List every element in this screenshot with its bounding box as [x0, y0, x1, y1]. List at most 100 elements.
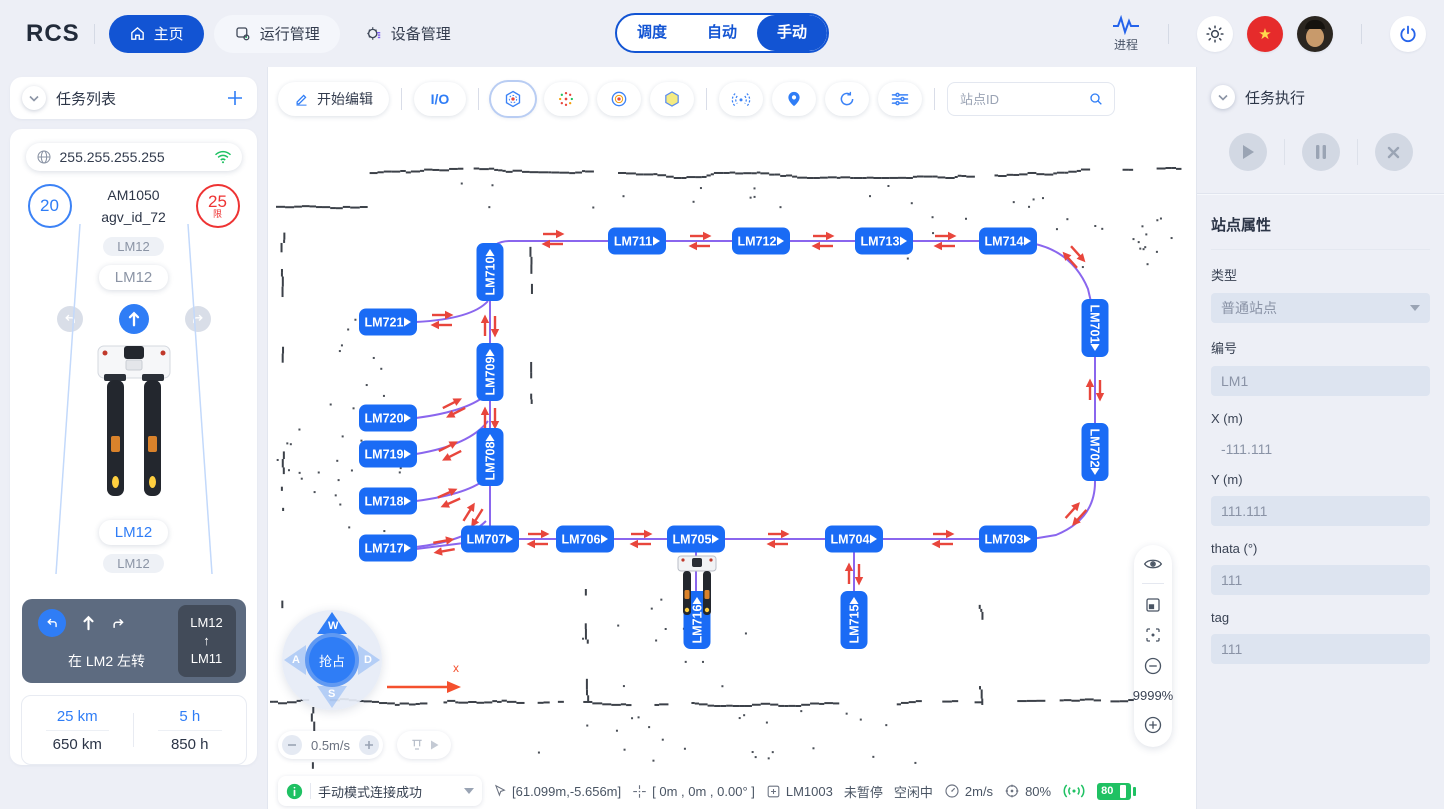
- joystick-left[interactable]: A: [284, 645, 306, 675]
- joystick-right[interactable]: D: [358, 645, 380, 675]
- station-LM713[interactable]: LM713: [855, 228, 913, 255]
- center-focus-button[interactable]: [1144, 626, 1162, 644]
- play-button[interactable]: [1229, 133, 1267, 171]
- io-button[interactable]: I/O: [414, 82, 466, 116]
- relocate-button[interactable]: [719, 82, 763, 116]
- theme-toggle-button[interactable]: [1197, 16, 1233, 52]
- layer-zone-button[interactable]: [650, 82, 694, 116]
- add-task-button[interactable]: [225, 88, 245, 108]
- cancel-button[interactable]: [1375, 133, 1413, 171]
- station-LM718[interactable]: LM718: [359, 488, 417, 515]
- station-LM707[interactable]: LM707: [461, 526, 519, 553]
- visibility-button[interactable]: [1143, 557, 1163, 571]
- field-input-tag[interactable]: 111: [1211, 634, 1430, 664]
- nav-item-operations[interactable]: 运行管理: [214, 15, 340, 53]
- info-icon: [286, 783, 303, 800]
- battery-level: 80: [1101, 785, 1113, 797]
- field-input-thata[interactable]: 111: [1211, 565, 1430, 595]
- nav-item-label: 设备管理: [391, 23, 451, 44]
- layer-target-button[interactable]: [597, 82, 641, 116]
- language-flag-button[interactable]: ★: [1247, 16, 1283, 52]
- station-LM715[interactable]: LM715: [841, 591, 868, 649]
- start-edit-button[interactable]: 开始编辑: [278, 82, 389, 116]
- map-canvas[interactable]: LM711 LM712 LM713 LM714 LM701 LM702 LM703 LM704…: [268, 67, 1196, 809]
- minimap-button[interactable]: [1144, 596, 1162, 614]
- station-LM717[interactable]: LM717: [359, 535, 417, 562]
- station-LM708[interactable]: LM708: [477, 428, 504, 486]
- mode-toggle: 调度 自动 手动: [615, 13, 829, 53]
- map-view-controls: 9999%: [1134, 545, 1172, 747]
- navbar-right: 进程 ★: [1112, 15, 1426, 53]
- field-select-type[interactable]: 普通站点: [1211, 293, 1430, 323]
- joystick-up[interactable]: W: [317, 612, 347, 634]
- station-LM714[interactable]: LM714: [979, 228, 1037, 255]
- station-LM720[interactable]: LM720: [359, 405, 417, 432]
- station-LM704[interactable]: LM704: [825, 526, 883, 553]
- hexagon-dot-icon: [503, 89, 523, 109]
- field-input-code[interactable]: LM1: [1211, 366, 1430, 396]
- turn-left-active-icon: [38, 609, 66, 637]
- avatar-hair: [1305, 20, 1325, 29]
- zoom-out-button[interactable]: [1143, 656, 1163, 676]
- turn-left-button[interactable]: [57, 306, 83, 332]
- field-input-y[interactable]: 111.111: [1211, 496, 1430, 526]
- nav-item-home[interactable]: 主页: [109, 15, 204, 53]
- station-LM710[interactable]: LM710: [477, 243, 504, 301]
- nav-item-label: 运行管理: [260, 23, 320, 44]
- svg-text:LM702: LM702: [1088, 429, 1102, 468]
- fork-control-button[interactable]: [397, 731, 451, 759]
- svg-text:LM715: LM715: [848, 605, 862, 644]
- refresh-button[interactable]: [825, 82, 869, 116]
- mode-manual[interactable]: 手动: [757, 15, 827, 51]
- power-button[interactable]: [1390, 16, 1426, 52]
- vehicle-id-block: AM1050 agv_id_72: [101, 184, 166, 228]
- station-LM702[interactable]: LM702: [1082, 423, 1109, 481]
- radar-icon: [731, 89, 751, 109]
- pause-button[interactable]: [1302, 133, 1340, 171]
- user-avatar[interactable]: [1297, 16, 1333, 52]
- station-LM705[interactable]: LM705: [667, 526, 725, 553]
- robot-pose: [ 0m , 0m , 0.00° ]: [632, 784, 755, 799]
- collapse-button[interactable]: [1211, 85, 1235, 109]
- collapse-button[interactable]: [22, 86, 46, 110]
- station-LM719[interactable]: LM719: [359, 441, 417, 468]
- straight-icon: [82, 615, 95, 631]
- speed-readout: 2m/s: [944, 783, 993, 799]
- preempt-button[interactable]: 抢占: [305, 633, 359, 687]
- filter-button[interactable]: [878, 82, 922, 116]
- station-search-input[interactable]: [958, 91, 1080, 108]
- station-LM703[interactable]: LM703: [979, 526, 1037, 553]
- current-station-tag: LM12: [99, 520, 169, 545]
- joystick-down[interactable]: S: [317, 686, 347, 708]
- turn-right-button[interactable]: [185, 306, 211, 332]
- connection-message[interactable]: 手动模式连接成功: [278, 776, 482, 806]
- layer-stations-button[interactable]: [491, 82, 535, 116]
- forward-button[interactable]: [119, 304, 149, 334]
- layer-pointcloud-button[interactable]: [544, 82, 588, 116]
- mode-dispatch[interactable]: 调度: [617, 15, 687, 51]
- task-list-header: 任务列表: [10, 77, 257, 119]
- battery-icon: 80: [1097, 783, 1131, 800]
- nav-item-devices[interactable]: 设备管理: [344, 15, 471, 53]
- process-button[interactable]: 进程: [1112, 15, 1140, 53]
- turn-right-icon: [111, 616, 126, 631]
- locate-button[interactable]: [772, 82, 816, 116]
- speed-decrease-button[interactable]: [282, 735, 302, 755]
- station-tag: LM12: [103, 554, 164, 573]
- map-origin-axis: x: [385, 667, 465, 697]
- station-LM706[interactable]: LM706: [556, 526, 614, 553]
- station-LM711[interactable]: LM711: [608, 228, 666, 255]
- station-LM709[interactable]: LM709: [477, 343, 504, 401]
- direction-arrow-pair: [440, 395, 469, 422]
- station-LM712[interactable]: LM712: [732, 228, 790, 255]
- station-search: [947, 82, 1115, 116]
- zoom-in-button[interactable]: [1143, 715, 1163, 735]
- station-LM721[interactable]: LM721: [359, 309, 417, 336]
- speed-increase-button[interactable]: [359, 735, 379, 755]
- station-LM701[interactable]: LM701: [1082, 299, 1109, 357]
- manual-speed-control: 0.5m/s: [278, 731, 383, 759]
- speedometer-icon: [944, 783, 960, 799]
- mode-auto[interactable]: 自动: [687, 15, 757, 51]
- zoom-percent: 9999%: [1133, 688, 1173, 703]
- vehicle-ip[interactable]: 255.255.255.255: [26, 143, 242, 171]
